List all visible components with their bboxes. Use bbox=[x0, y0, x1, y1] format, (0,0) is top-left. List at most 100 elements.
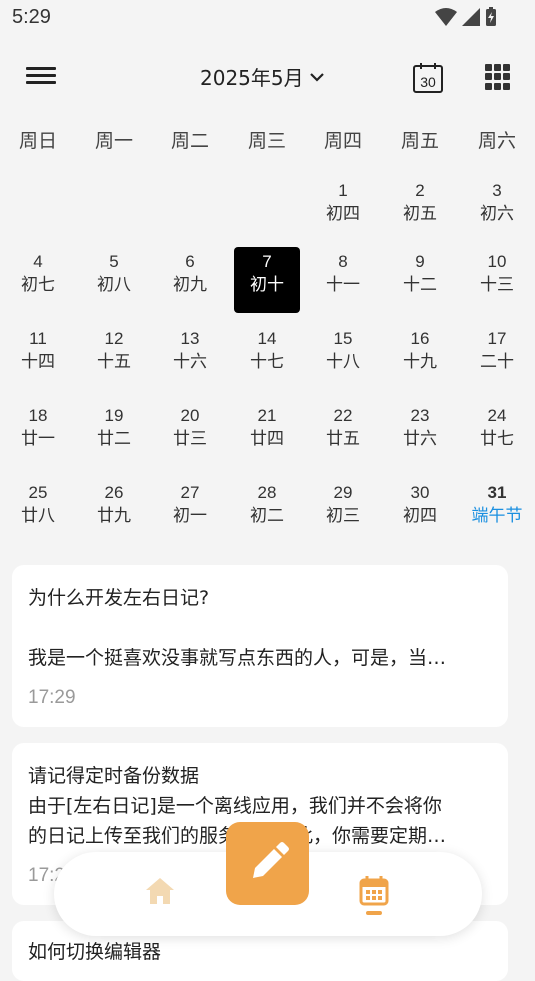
day-number: 19 bbox=[104, 406, 124, 425]
calendar-day[interactable]: 22 廿五 bbox=[310, 401, 376, 467]
lunar-date: 初二 bbox=[250, 506, 284, 526]
calendar-day[interactable]: 1 初四 bbox=[310, 176, 376, 242]
day-number: 30 bbox=[410, 483, 430, 502]
calendar-day[interactable]: 20 廿三 bbox=[157, 401, 223, 467]
grid-view-button[interactable] bbox=[485, 64, 511, 90]
lunar-date: 初三 bbox=[326, 506, 360, 526]
calendar-day[interactable]: 7 初十 bbox=[234, 247, 300, 313]
calendar-day[interactable]: 6 初九 bbox=[157, 247, 223, 313]
calendar-day[interactable]: 18 廿一 bbox=[5, 401, 71, 467]
day-number: 3 bbox=[492, 181, 502, 200]
day-number: 21 bbox=[257, 406, 277, 425]
lunar-date: 廿三 bbox=[173, 429, 207, 449]
month-label: 2025年5月 bbox=[200, 66, 304, 90]
calendar-day[interactable]: 14 十七 bbox=[234, 324, 300, 390]
weekday-header: 周日 周一 周二 周三 周四 周五 周六 bbox=[0, 126, 535, 156]
day-number: 14 bbox=[257, 329, 277, 348]
lunar-date: 初四 bbox=[403, 506, 437, 526]
new-entry-fab[interactable] bbox=[226, 822, 309, 905]
calendar-day[interactable]: 29 初三 bbox=[310, 478, 376, 544]
calendar-day[interactable]: 30 初四 bbox=[387, 478, 453, 544]
calendar-day[interactable]: 21 廿四 bbox=[234, 401, 300, 467]
calendar-icon bbox=[359, 876, 389, 915]
day-number: 16 bbox=[410, 329, 430, 348]
calendar-day[interactable]: 27 初一 bbox=[157, 478, 223, 544]
lunar-date: 廿九 bbox=[97, 506, 131, 526]
calendar-day[interactable]: 8 十一 bbox=[310, 247, 376, 313]
calendar-day[interactable]: 15 十八 bbox=[310, 324, 376, 390]
nav-calendar-button[interactable] bbox=[358, 874, 390, 918]
day-number: 10 bbox=[487, 252, 507, 271]
day-number: 4 bbox=[33, 252, 43, 271]
wifi-icon bbox=[435, 8, 457, 26]
day-number: 23 bbox=[410, 406, 430, 425]
lunar-date: 十九 bbox=[403, 352, 437, 372]
calendar-day[interactable]: 16 十九 bbox=[387, 324, 453, 390]
calendar-day[interactable]: 26 廿九 bbox=[81, 478, 147, 544]
lunar-date: 端午节 bbox=[471, 506, 523, 526]
lunar-date: 初四 bbox=[326, 204, 360, 224]
lunar-date: 廿六 bbox=[403, 429, 437, 449]
day-number: 28 bbox=[257, 483, 277, 502]
grid-icon bbox=[485, 64, 492, 71]
lunar-date: 廿一 bbox=[21, 429, 55, 449]
status-time: 5:29 bbox=[12, 6, 51, 28]
day-number: 17 bbox=[487, 329, 507, 348]
lunar-date: 初五 bbox=[403, 204, 437, 224]
nav-home-button[interactable] bbox=[144, 876, 176, 908]
day-number: 20 bbox=[180, 406, 200, 425]
pencil-icon bbox=[253, 842, 289, 878]
calendar-day[interactable]: 12 十五 bbox=[81, 324, 147, 390]
weekday-label: 周日 bbox=[18, 130, 57, 152]
lunar-date: 廿四 bbox=[250, 429, 284, 449]
weekday-label: 周二 bbox=[170, 130, 209, 152]
lunar-date: 二十 bbox=[480, 352, 514, 372]
day-number: 1 bbox=[338, 181, 348, 200]
calendar-day[interactable]: 17 二十 bbox=[464, 324, 530, 390]
today-button[interactable]: 30 bbox=[412, 62, 444, 94]
calendar-day[interactable]: 11 十四 bbox=[5, 324, 71, 390]
weekday-label: 周三 bbox=[247, 130, 286, 152]
calendar-day[interactable]: 10 十三 bbox=[464, 247, 530, 313]
day-number: 24 bbox=[487, 406, 507, 425]
calendar-day[interactable]: 24 廿七 bbox=[464, 401, 530, 467]
entry-title: 为什么开发左右日记? bbox=[28, 587, 210, 609]
calendar-day[interactable]: 13 十六 bbox=[157, 324, 223, 390]
calendar-day[interactable]: 2 初五 bbox=[387, 176, 453, 242]
day-number: 2 bbox=[415, 181, 425, 200]
lunar-date: 十一 bbox=[326, 275, 360, 295]
calendar-day[interactable]: 28 初二 bbox=[234, 478, 300, 544]
calendar-day[interactable]: 3 初六 bbox=[464, 176, 530, 242]
calendar-day[interactable]: 25 廿八 bbox=[5, 478, 71, 544]
menu-button[interactable] bbox=[26, 64, 56, 92]
entry-text-line: 由于[左右日记]是一个离线应用，我们并不会将你 bbox=[28, 795, 442, 817]
calendar-day[interactable]: 19 廿二 bbox=[81, 401, 147, 467]
month-selector[interactable]: 2025年5月 bbox=[200, 62, 324, 91]
signal-icon bbox=[462, 8, 480, 26]
lunar-date: 初九 bbox=[173, 275, 207, 295]
lunar-date: 初七 bbox=[21, 275, 55, 295]
home-icon bbox=[146, 878, 174, 904]
lunar-date: 初一 bbox=[173, 506, 207, 526]
lunar-date: 廿五 bbox=[326, 429, 360, 449]
day-number: 9 bbox=[415, 252, 425, 271]
lunar-date: 廿八 bbox=[21, 506, 55, 526]
day-number: 22 bbox=[333, 406, 353, 425]
calendar-day[interactable]: 4 初七 bbox=[5, 247, 71, 313]
entry-text-line: 我是一个挺喜欢没事就写点东西的人，可是，当… bbox=[28, 647, 447, 669]
day-number: 6 bbox=[185, 252, 195, 271]
day-number: 12 bbox=[104, 329, 124, 348]
calendar-day[interactable]: 31 端午节 bbox=[464, 478, 530, 544]
day-number: 18 bbox=[28, 406, 48, 425]
diary-entry-card[interactable]: 为什么开发左右日记? 我是一个挺喜欢没事就写点东西的人，可是，当… 17:29 bbox=[12, 565, 508, 727]
calendar-day[interactable]: 5 初八 bbox=[81, 247, 147, 313]
calendar-day[interactable]: 23 廿六 bbox=[387, 401, 453, 467]
day-number: 29 bbox=[333, 483, 353, 502]
day-number: 5 bbox=[109, 252, 119, 271]
top-bar: 2025年5月 30 bbox=[0, 50, 535, 106]
weekday-label: 周一 bbox=[94, 130, 133, 152]
entry-title: 请记得定时备份数据 bbox=[28, 765, 200, 787]
calendar-today-icon: 30 bbox=[413, 63, 443, 93]
today-number: 30 bbox=[420, 74, 436, 90]
calendar-day[interactable]: 9 十二 bbox=[387, 247, 453, 313]
